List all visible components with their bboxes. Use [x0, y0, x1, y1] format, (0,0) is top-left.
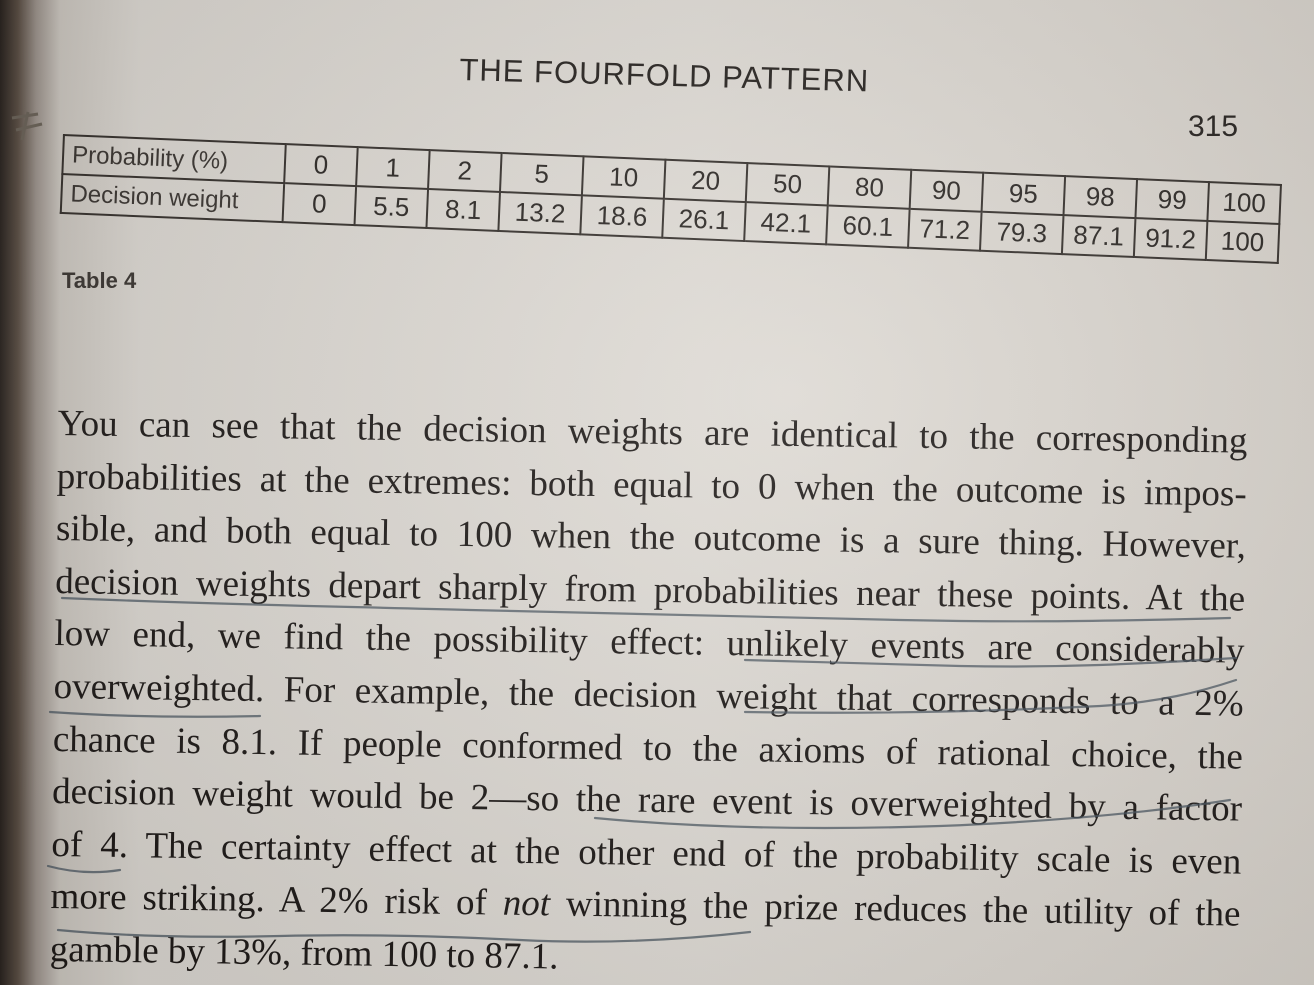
probability-cell: 0 [284, 144, 358, 187]
decision-weight-cell: 71.2 [908, 208, 982, 251]
decision-weight-cell: 0 [282, 183, 357, 226]
decision-weight-cell: 13.2 [498, 191, 582, 235]
decision-weight-cell: 42.1 [744, 202, 828, 245]
probability-cell: 5 [499, 152, 584, 196]
probability-cell: 95 [981, 172, 1066, 216]
probability-cell: 98 [1063, 176, 1138, 219]
decision-weight-cell: 26.1 [662, 198, 746, 242]
decision-weight-cell: 60.1 [826, 205, 910, 248]
probability-cell: 99 [1135, 179, 1209, 221]
page-number: 315 [1188, 110, 1239, 143]
probability-cell: 100 [1207, 182, 1281, 224]
probability-cell: 90 [909, 169, 984, 212]
decision-weight-cell: 79.3 [979, 211, 1064, 255]
decision-weight-cell: 8.1 [426, 189, 500, 231]
text-segment: winning the prize reduces the utility of… [549, 883, 1241, 935]
row-label-decision-weight: Decision weight [60, 174, 285, 223]
probability-cell: 2 [428, 150, 502, 192]
decision-weight-cell: 100 [1205, 220, 1280, 263]
body-paragraph: You can see that the decision weights ar… [49, 398, 1248, 985]
decision-weight-cell: 5.5 [354, 186, 429, 228]
probability-cell: 20 [663, 159, 748, 203]
probability-cell: 1 [356, 147, 430, 190]
probability-weight-table: Probability (%) 0 1 2 5 10 20 50 80 90 9… [60, 134, 1282, 264]
decision-weight-cell: 18.6 [580, 195, 664, 238]
running-head: THE FOURFOLD PATTERN [459, 52, 870, 99]
decision-weight-cell: 87.1 [1061, 215, 1136, 258]
pencil-margin-mark [11, 111, 43, 141]
book-page: THE FOURFOLD PATTERN 315 Probability (%)… [0, 0, 1314, 985]
table-caption: Table 4 [62, 268, 137, 293]
decision-weight-cell: 91.2 [1133, 218, 1208, 260]
emphasized-word: not [502, 882, 551, 925]
probability-cell: 10 [581, 156, 666, 199]
probability-cell: 50 [745, 163, 830, 206]
probability-cell: 80 [827, 166, 912, 209]
table-container: Probability (%) 0 1 2 5 10 20 50 80 90 9… [60, 134, 1282, 264]
text-segment: more striking. A 2% risk of [50, 876, 504, 924]
